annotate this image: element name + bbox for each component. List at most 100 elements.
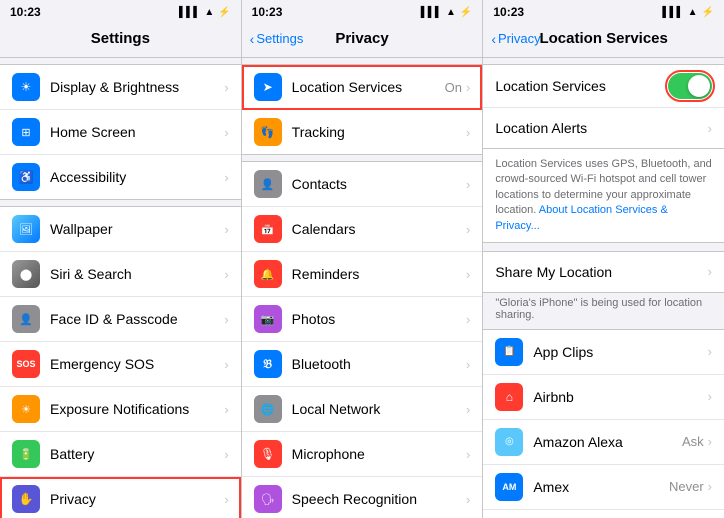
contacts-priv-label: Contacts [292, 176, 466, 192]
accessibility-label: Accessibility [50, 169, 224, 185]
alexa-value: Ask [682, 434, 704, 449]
privacy-item-tracking[interactable]: 👣 Tracking › [242, 110, 483, 154]
chevron-icon: › [224, 492, 228, 507]
amex-row[interactable]: AM Amex Never › [483, 465, 724, 510]
location-toggle-row[interactable]: Location Services [483, 65, 724, 108]
location-value: On [445, 80, 462, 95]
chevron-icon: › [224, 222, 228, 237]
privacy-item-speech[interactable]: 🗣 Speech Recognition › [242, 477, 483, 518]
share-location-group: Share My Location › [483, 251, 724, 293]
settings-item-privacy[interactable]: ✋ Privacy › [0, 477, 241, 518]
privacy-group-1: ➤ Location Services On › 👣 Tracking › [242, 64, 483, 155]
chevron-icon: › [466, 312, 470, 327]
chevron-icon: › [708, 121, 712, 136]
location-title: Location Services [539, 30, 667, 47]
privacy-item-reminders[interactable]: 🔔 Reminders › [242, 252, 483, 297]
settings-item-battery[interactable]: 🔋 Battery › [0, 432, 241, 477]
location-toggle[interactable] [668, 73, 712, 99]
settings-item-homescreen[interactable]: ⊞ Home Screen › [0, 110, 241, 155]
microphone-label: Microphone [292, 446, 466, 462]
microphone-icon: 🎙 [254, 440, 282, 468]
wallpaper-label: Wallpaper [50, 221, 224, 237]
battery-label: Battery [50, 446, 224, 462]
siri-label: Siri & Search [50, 266, 224, 282]
privacy-list[interactable]: ➤ Location Services On › 👣 Tracking › [242, 58, 483, 518]
location-info-box: Location Services uses GPS, Bluetooth, a… [483, 149, 724, 243]
settings-item-siri[interactable]: ⬤ Siri & Search › [0, 252, 241, 297]
toggle-knob [688, 75, 710, 97]
status-time-1: 10:23 [10, 5, 41, 19]
reminders-label: Reminders [292, 266, 466, 282]
signal-icon: ▌▌▌ [179, 7, 200, 18]
share-location-label: Share My Location [495, 264, 707, 280]
privacy-item-bluetooth[interactable]: 𝔅 Bluetooth › [242, 342, 483, 387]
chevron-icon: › [466, 357, 470, 372]
chevron-icon: › [224, 267, 228, 282]
share-location-row[interactable]: Share My Location › [483, 252, 724, 292]
display-icon: ☀ [12, 73, 40, 101]
location-alerts-row[interactable]: Location Alerts › [483, 108, 724, 148]
location-content[interactable]: Location Services Location Alerts › Loca… [483, 58, 724, 518]
calendars-icon: 📅 [254, 215, 282, 243]
speech-icon: 🗣 [254, 485, 282, 513]
privacy-title: Privacy [335, 30, 388, 47]
chevron-icon: › [466, 267, 470, 282]
faceid-icon: 👤 [12, 305, 40, 333]
location-toggle-group: Location Services Location Alerts › [483, 64, 724, 149]
alexa-icon: ◎ [495, 428, 523, 456]
settings-item-wallpaper[interactable]: 🖼 Wallpaper › [0, 207, 241, 252]
amtrak-row[interactable]: 🚂 Amtrak While Using › [483, 510, 724, 518]
chevron-icon: › [466, 125, 470, 140]
siri-icon: ⬤ [12, 260, 40, 288]
chevron-icon: › [466, 177, 470, 192]
sos-label: Emergency SOS [50, 356, 224, 372]
chevron-icon: › [466, 80, 470, 95]
privacy-item-location[interactable]: ➤ Location Services On › [242, 65, 483, 110]
back-label: Settings [256, 31, 303, 46]
settings-list[interactable]: ☀ Display & Brightness › ⊞ Home Screen › [0, 58, 241, 518]
contacts-priv-icon: 👤 [254, 170, 282, 198]
status-icons-1: ▌▌▌ ▲ ⚡ [179, 7, 231, 18]
settings-header: Settings [0, 22, 241, 58]
privacy-back-button[interactable]: ‹ Settings [250, 31, 304, 47]
wifi-icon: ▲ [446, 7, 456, 18]
privacy-item-localnet[interactable]: 🌐 Local Network › [242, 387, 483, 432]
tracking-icon: 👣 [254, 118, 282, 146]
settings-item-faceid[interactable]: 👤 Face ID & Passcode › [0, 297, 241, 342]
settings-item-display[interactable]: ☀ Display & Brightness › [0, 65, 241, 110]
location-toggle-label: Location Services [495, 78, 668, 94]
section-divider [483, 243, 724, 251]
location-back-button[interactable]: ‹ Privacy [491, 31, 540, 47]
chevron-icon: › [224, 357, 228, 372]
chevron-icon: › [466, 222, 470, 237]
localnet-label: Local Network [292, 401, 466, 417]
sos-icon: SOS [12, 350, 40, 378]
privacy-icon: ✋ [12, 485, 40, 513]
airbnb-icon: ⌂ [495, 383, 523, 411]
privacy-item-calendars[interactable]: 📅 Calendars › [242, 207, 483, 252]
status-bar-3: 10:23 ▌▌▌ ▲ ⚡ [483, 0, 724, 22]
settings-title: Settings [91, 30, 150, 47]
chevron-icon: › [466, 492, 470, 507]
settings-item-exposure[interactable]: ☀ Exposure Notifications › [0, 387, 241, 432]
alexa-row[interactable]: ◎ Amazon Alexa Ask › [483, 420, 724, 465]
wifi-icon: ▲ [688, 7, 698, 18]
alerts-label: Location Alerts [495, 120, 707, 136]
app-clips-row[interactable]: 📋 App Clips › [483, 330, 724, 375]
status-icons-2: ▌▌▌ ▲ ⚡ [421, 7, 473, 18]
privacy-item-contacts[interactable]: 👤 Contacts › [242, 162, 483, 207]
amex-label: Amex [533, 479, 669, 495]
privacy-item-photos[interactable]: 📷 Photos › [242, 297, 483, 342]
privacy-panel: 10:23 ▌▌▌ ▲ ⚡ ‹ Settings Privacy ➤ Lo [242, 0, 484, 518]
photos-icon: 📷 [254, 305, 282, 333]
airbnb-row[interactable]: ⌂ Airbnb › [483, 375, 724, 420]
settings-item-accessibility[interactable]: ♿ Accessibility › [0, 155, 241, 199]
settings-item-sos[interactable]: SOS Emergency SOS › [0, 342, 241, 387]
status-time-3: 10:23 [493, 5, 524, 19]
wifi-icon: ▲ [204, 7, 214, 18]
back-chevron-icon: ‹ [250, 31, 255, 47]
chevron-icon: › [224, 402, 228, 417]
airbnb-label: Airbnb [533, 389, 703, 405]
privacy-item-microphone[interactable]: 🎙 Microphone › [242, 432, 483, 477]
privacy-header: ‹ Settings Privacy [242, 22, 483, 58]
